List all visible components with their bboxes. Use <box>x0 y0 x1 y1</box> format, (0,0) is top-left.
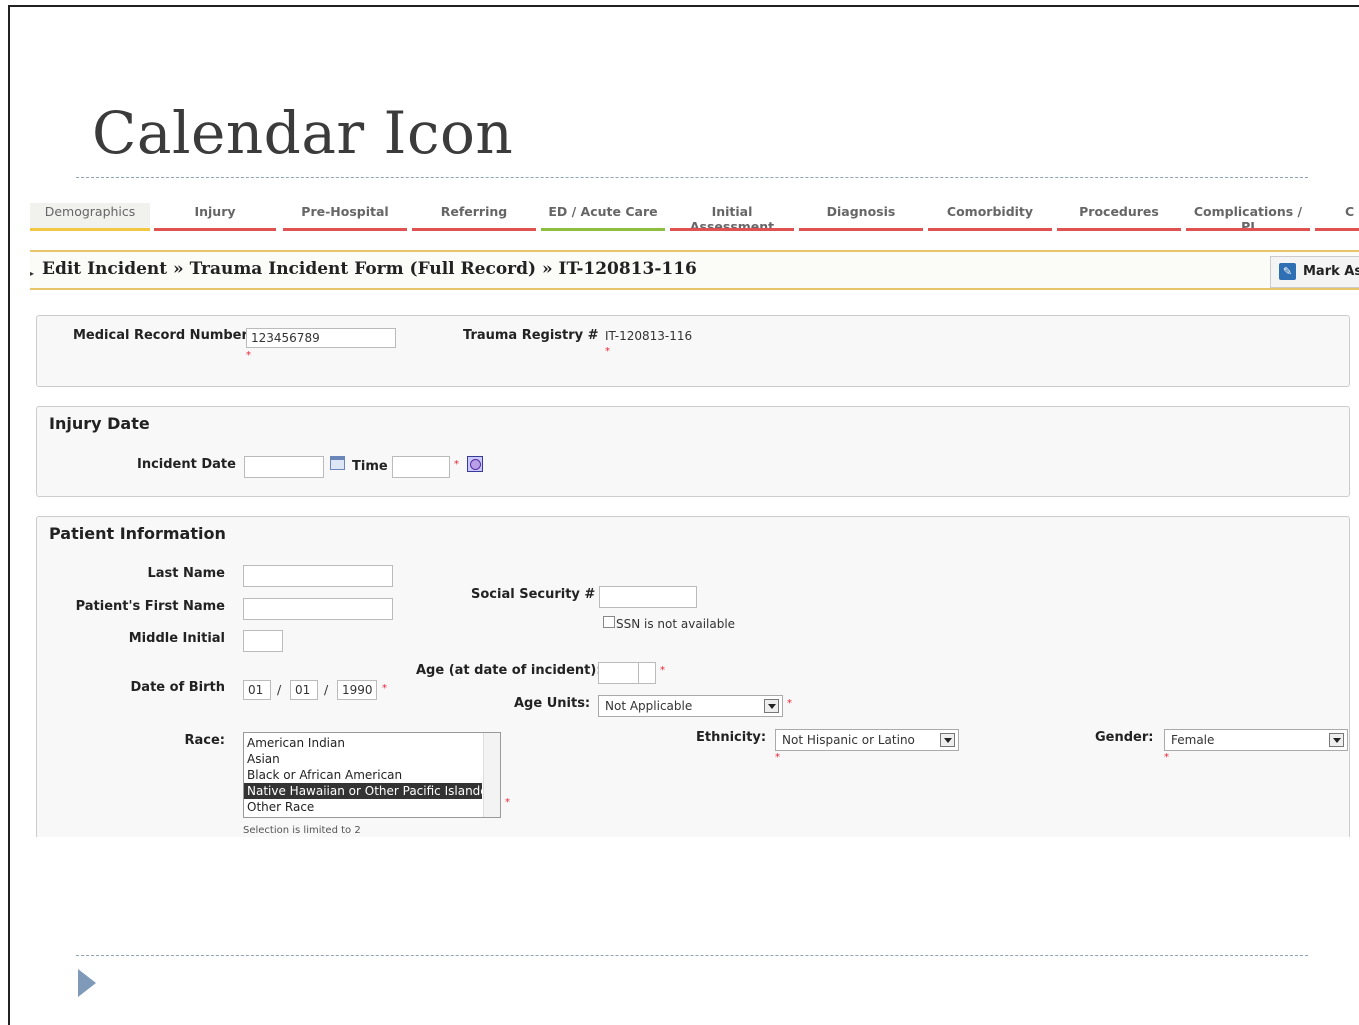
top-divider <box>76 177 1308 178</box>
ssn-input[interactable] <box>599 586 697 608</box>
race-label: Race: <box>184 733 225 748</box>
mrn-input[interactable] <box>246 328 396 348</box>
incident-date-label: Incident Date <box>137 457 236 472</box>
incident-date-input[interactable] <box>244 456 324 478</box>
required-mark: * <box>505 797 510 808</box>
record-panel: Medical Record Number * Trauma Registry … <box>36 315 1350 387</box>
age-units-label: Age Units: <box>514 696 591 711</box>
tab-procedures[interactable]: Procedures <box>1057 203 1181 231</box>
middle-initial-label: Middle Initial <box>128 631 225 646</box>
list-item[interactable]: Black or African American <box>244 767 500 783</box>
last-name-input[interactable] <box>243 565 393 587</box>
dob-label: Date of Birth <box>130 680 225 695</box>
chevron-down-icon <box>940 733 955 747</box>
age-label: Age (at date of incident): <box>416 663 602 678</box>
tab-initial-assessment[interactable]: Initial Assessment <box>670 203 794 234</box>
ssn-not-available-label: SSN is not available <box>616 617 736 631</box>
race-note: Selection is limited to 2 <box>243 825 361 836</box>
bottom-divider <box>76 955 1308 956</box>
tab-comorbidity[interactable]: Comorbidity <box>928 203 1052 231</box>
chevron-down-icon <box>1329 733 1344 747</box>
tab-complications-pi[interactable]: Complications / PI <box>1186 203 1310 234</box>
date-separator: / <box>324 682 329 697</box>
required-mark: * <box>382 683 387 694</box>
age-stepper[interactable] <box>638 663 655 683</box>
injury-date-panel: Injury Date Incident Date Time * <box>36 406 1350 497</box>
required-mark: * <box>605 346 610 357</box>
ssn-not-available-checkbox[interactable] <box>603 616 615 628</box>
dob-day-input[interactable] <box>290 680 318 700</box>
app-screenshot: Demographics Injury Pre-Hospital Referri… <box>30 197 1359 837</box>
first-name-input[interactable] <box>243 598 393 620</box>
registry-label: Trauma Registry # <box>463 328 599 343</box>
calendar-icon[interactable] <box>330 456 345 470</box>
list-item[interactable]: Asian <box>244 751 500 767</box>
tab-pre-hospital[interactable]: Pre-Hospital <box>283 203 407 231</box>
list-item[interactable]: Other Race <box>244 799 500 815</box>
injury-date-heading: Injury Date <box>49 414 150 433</box>
mrn-label: Medical Record Number <box>73 328 248 343</box>
scrollbar[interactable] <box>483 733 500 817</box>
tab-referring[interactable]: Referring <box>412 203 536 231</box>
edit-icon: ✎ <box>1279 263 1296 280</box>
date-separator: / <box>277 682 282 697</box>
play-arrow-icon <box>78 969 96 997</box>
required-mark: * <box>660 665 665 676</box>
slide: Calendar Icon Demographics Injury Pre-Ho… <box>8 5 1359 1025</box>
required-mark: * <box>246 350 251 361</box>
ethnicity-select[interactable]: Not Hispanic or Latino <box>775 729 959 751</box>
patient-info-heading: Patient Information <box>49 524 226 543</box>
ssn-label: Social Security # <box>471 587 596 602</box>
list-item[interactable]: American Indian <box>244 735 500 751</box>
clock-icon[interactable] <box>467 456 483 472</box>
ethnicity-label: Ethnicity: <box>696 730 767 745</box>
chevron-down-icon <box>764 699 779 713</box>
mark-as-button[interactable]: ✎ Mark As <box>1270 256 1359 288</box>
last-name-label: Last Name <box>147 566 225 581</box>
required-mark: * <box>1164 752 1169 763</box>
required-mark: * <box>454 459 459 470</box>
gender-label: Gender: <box>1095 730 1154 745</box>
breadcrumb-bar: ▸ Edit Incident » Trauma Incident Form (… <box>30 250 1359 290</box>
required-mark: * <box>775 752 780 763</box>
tab-injury[interactable]: Injury <box>154 203 276 231</box>
time-label: Time <box>352 459 388 474</box>
tab-demographics[interactable]: Demographics <box>30 203 150 231</box>
time-input[interactable] <box>392 456 450 478</box>
bullet-icon: ▸ <box>30 269 35 278</box>
tab-ed-acute-care[interactable]: ED / Acute Care <box>541 203 665 231</box>
required-mark: * <box>787 698 792 709</box>
registry-value: IT-120813-116 <box>605 329 693 343</box>
tab-diagnosis[interactable]: Diagnosis <box>799 203 923 231</box>
patient-info-panel: Patient Information Last Name Patient's … <box>36 516 1350 837</box>
gender-select[interactable]: Female <box>1164 729 1348 751</box>
tab-bar: Demographics Injury Pre-Hospital Referri… <box>30 197 1359 234</box>
first-name-label: Patient's First Name <box>75 599 225 614</box>
dob-month-input[interactable] <box>243 680 271 700</box>
breadcrumb: Edit Incident » Trauma Incident Form (Fu… <box>42 259 697 279</box>
dob-year-input[interactable] <box>337 680 377 700</box>
middle-initial-input[interactable] <box>243 630 283 652</box>
race-listbox[interactable]: American Indian Asian Black or African A… <box>243 732 501 818</box>
tab-overflow[interactable]: C <box>1315 203 1359 231</box>
age-units-select[interactable]: Not Applicable <box>598 695 783 717</box>
list-item[interactable]: Native Hawaiian or Other Pacific Islande… <box>244 783 493 799</box>
slide-title: Calendar Icon <box>92 99 514 167</box>
